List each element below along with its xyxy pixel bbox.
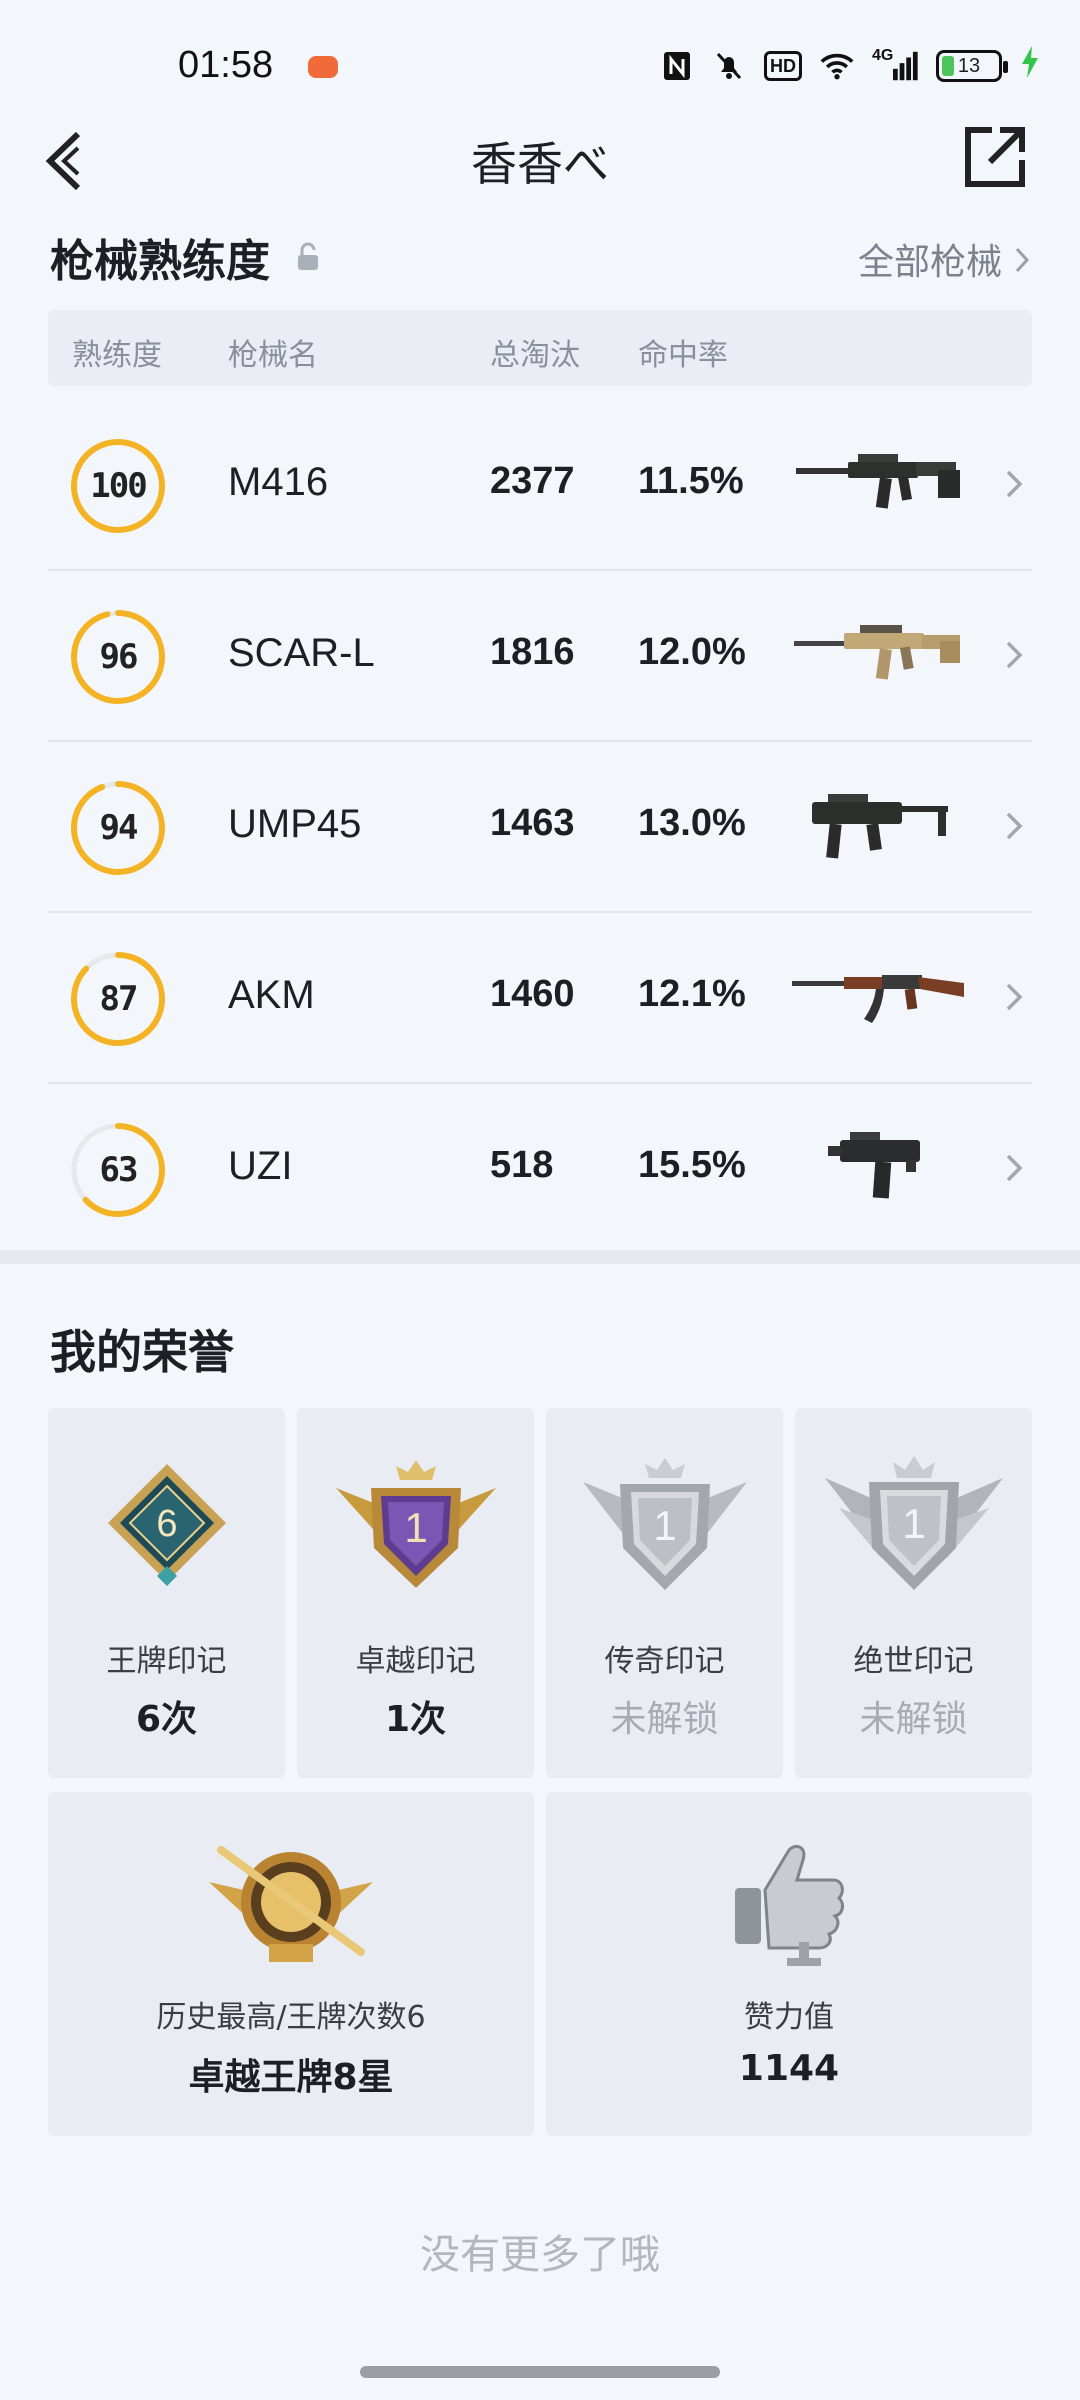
chevron-right-icon [1006,470,1023,498]
battery-level: 13 [957,54,981,77]
mark-label: 王牌印记 [106,1644,227,1679]
peerless-mark-icon: 1 [824,1456,1003,1590]
history-label: 历史最高/王牌次数6 [156,2000,426,2035]
proficiency-value: 87 [99,979,139,1019]
proficiency-value: 100 [90,466,147,506]
weapon-row-uzi[interactable]: 63 UZI 518 15.5% [48,1084,1032,1255]
unlock-icon[interactable] [295,242,321,272]
weapon-hit-rate: 15.5% [638,1144,746,1186]
wifi-icon [820,49,854,83]
chevron-right-icon [1006,983,1023,1011]
thumbs-up-icon [735,1844,844,1966]
share-icon [965,127,1025,187]
likes-card[interactable]: 赞力值 1144 [546,1792,1032,2136]
end-of-list-text: 没有更多了哦 [420,2232,660,2278]
weapon-name: UZI [228,1144,293,1188]
weapon-row-ump45[interactable]: 94 UMP45 1463 13.0% [48,742,1032,913]
honors-title: 我的荣誉 [50,1325,234,1379]
history-value: 卓越王牌8星 [188,2057,394,2098]
weapon-name: SCAR-L [228,631,375,675]
section-divider [0,1250,1080,1264]
charging-icon [1020,46,1040,86]
battery-icon: 13 [936,50,1008,82]
weapon-row-akm[interactable]: 87 AKM 1460 12.1% [48,913,1032,1084]
mark-label: 传奇印记 [604,1644,725,1679]
all-weapons-label: 全部枪械 [857,242,1002,283]
status-icons: HD 4G 13 [660,46,1040,86]
weapon-kills: 1816 [490,631,575,673]
weapon-hit-rate: 12.1% [638,973,746,1015]
chevron-right-icon [1014,242,1030,283]
excellence-mark-icon: 1 [335,1460,496,1588]
weapon-name: UMP45 [228,802,362,846]
col-proficiency: 熟练度 [72,338,162,373]
history-rank-card[interactable]: 历史最高/王牌次数6 卓越王牌8星 [48,1792,534,2136]
akm-rifle-icon [788,953,968,1033]
weapon-name: AKM [228,973,315,1017]
weapon-hit-rate: 11.5% [638,460,744,502]
ump45-smg-icon [788,782,968,862]
legend-mark-icon: 1 [582,1458,747,1590]
svg-text:1: 1 [404,1504,427,1551]
mark-label: 绝世印记 [853,1644,974,1679]
svg-text:1: 1 [902,1500,925,1547]
likes-label: 赞力值 [744,2000,834,2035]
all-weapons-link[interactable]: 全部枪械 [858,233,1030,285]
mark-value: 未解锁 [610,1699,719,1740]
honor-card-peerless[interactable]: 1 绝世印记 未解锁 [795,1408,1032,1778]
rank-emblem-icon [209,1846,373,1962]
home-indicator[interactable] [360,2366,720,2378]
svg-text:6: 6 [156,1503,177,1545]
chevron-right-icon [1006,641,1023,669]
page-title: 香香べ [471,137,609,191]
proficiency-value: 94 [99,808,139,848]
weapon-kills: 1460 [490,973,575,1015]
weapon-row-m416[interactable]: 100 M416 2377 11.5% [48,400,1032,571]
mark-label: 卓越印记 [355,1644,476,1679]
m416-rifle-icon [788,440,968,520]
mark-value: 1次 [384,1699,447,1740]
mute-bell-icon [712,49,746,83]
weapon-hit-rate: 13.0% [638,802,746,844]
weapon-name: M416 [228,460,329,504]
mark-value: 未解锁 [859,1699,968,1740]
chevron-right-icon [1006,1154,1023,1182]
scar-l-rifle-icon [788,611,968,691]
proficiency-value: 63 [99,1150,139,1190]
weapon-table-header: 熟练度 枪械名 总淘汰 命中率 [48,310,1032,386]
status-time: 01:58 [178,44,274,86]
game-notification-icon [308,56,338,78]
col-kills: 总淘汰 [490,338,580,373]
honor-card-legend[interactable]: 1 传奇印记 未解锁 [546,1408,783,1778]
svg-text:1: 1 [653,1502,676,1549]
uzi-smg-icon [788,1124,968,1204]
weapon-row-scar-l[interactable]: 96 SCAR-L 1816 12.0% [48,571,1032,742]
weapon-kills: 518 [490,1144,554,1186]
mark-value: 6次 [135,1699,198,1740]
weapon-proficiency-header: 枪械熟练度 全部枪械 [50,225,1030,295]
proficiency-value: 96 [99,637,139,677]
col-name: 枪械名 [228,338,318,373]
weapon-kills: 1463 [490,802,575,844]
ace-mark-icon: 6 [107,1464,226,1586]
col-hit-rate: 命中率 [638,338,728,373]
chevron-right-icon [1006,812,1023,840]
network-type: 4G [872,47,894,64]
app-header: 香香べ [0,110,1080,210]
honor-card-ace[interactable]: 6 王牌印记 6次 [48,1408,285,1778]
nfc-icon [660,49,694,83]
share-button[interactable] [960,122,1030,192]
cellular-signal-icon: 4G [872,47,918,83]
section-title: 枪械熟练度 [50,236,270,287]
likes-value: 1144 [738,2048,840,2089]
weapon-kills: 2377 [490,460,575,502]
weapon-hit-rate: 12.0% [638,631,746,673]
honor-card-excellence[interactable]: 1 卓越印记 1次 [297,1408,534,1778]
hd-voice-icon: HD [764,51,802,81]
